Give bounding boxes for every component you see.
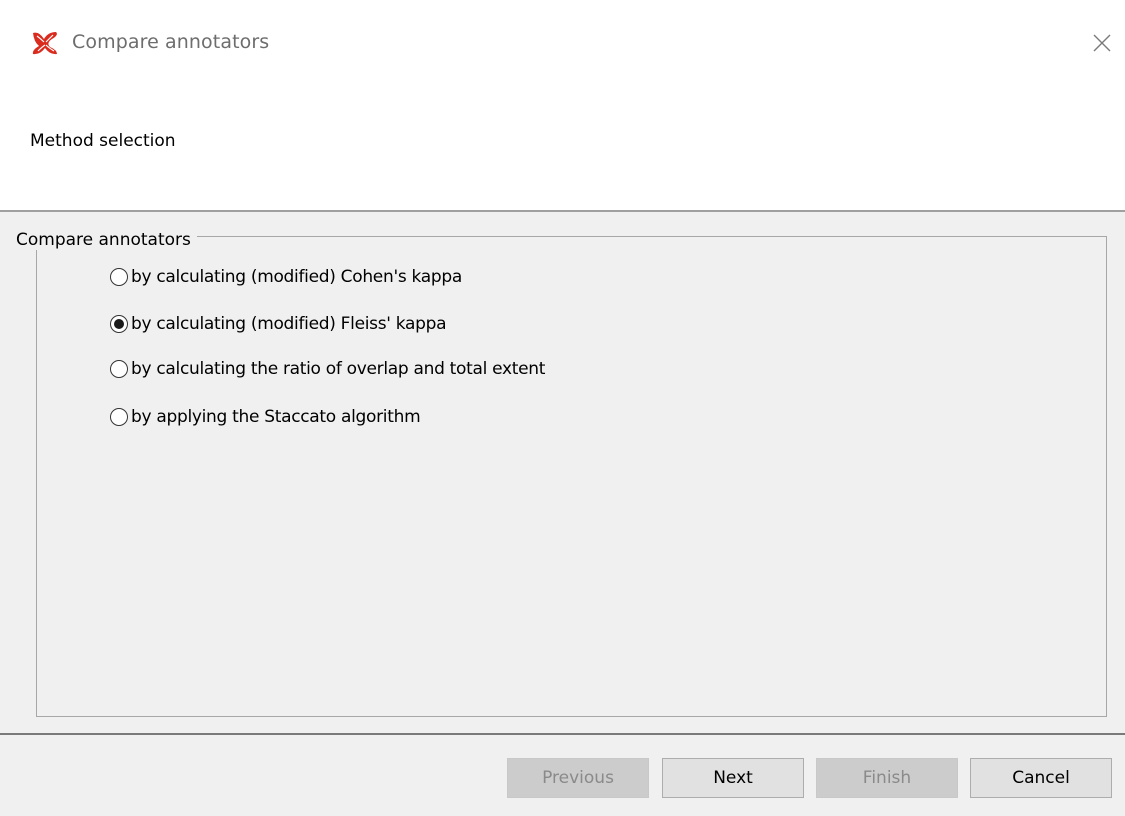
wizard-header: Method selection — [0, 86, 1125, 210]
radio-dot — [114, 319, 124, 329]
radio-button[interactable] — [110, 268, 128, 286]
option-label: by calculating the ratio of overlap and … — [131, 359, 546, 379]
option-label: by calculating (modified) Fleiss' kappa — [131, 314, 447, 334]
wizard-footer: Previous Next Finish Cancel — [0, 735, 1125, 816]
option-staccato[interactable]: by applying the Staccato algorithm — [110, 405, 421, 429]
option-label: by applying the Staccato algorithm — [131, 407, 421, 427]
wizard-content — [0, 212, 1125, 733]
next-button[interactable]: Next — [662, 758, 804, 798]
option-cohens-kappa[interactable]: by calculating (modified) Cohen's kappa — [110, 265, 462, 289]
compare-annotators-group — [36, 236, 1107, 717]
title-bar: Compare annotators — [0, 0, 1125, 86]
previous-button[interactable]: Previous — [507, 758, 649, 798]
page-title: Method selection — [30, 131, 176, 151]
option-fleiss-kappa[interactable]: by calculating (modified) Fleiss' kappa — [110, 312, 447, 336]
compare-annotators-dialog: Compare annotators Method selection Comp… — [0, 0, 1125, 816]
option-overlap-ratio[interactable]: by calculating the ratio of overlap and … — [110, 357, 545, 381]
option-label: by calculating (modified) Cohen's kappa — [131, 267, 462, 287]
group-title: Compare annotators — [12, 230, 197, 250]
close-button[interactable] — [1085, 26, 1119, 60]
radio-button[interactable] — [110, 315, 128, 333]
radio-button[interactable] — [110, 408, 128, 426]
finish-button[interactable]: Finish — [816, 758, 958, 798]
radio-button[interactable] — [110, 360, 128, 378]
close-icon — [1093, 34, 1111, 52]
red-app-logo-icon — [30, 30, 60, 56]
cancel-button[interactable]: Cancel — [970, 758, 1112, 798]
window-title: Compare annotators — [72, 31, 270, 53]
